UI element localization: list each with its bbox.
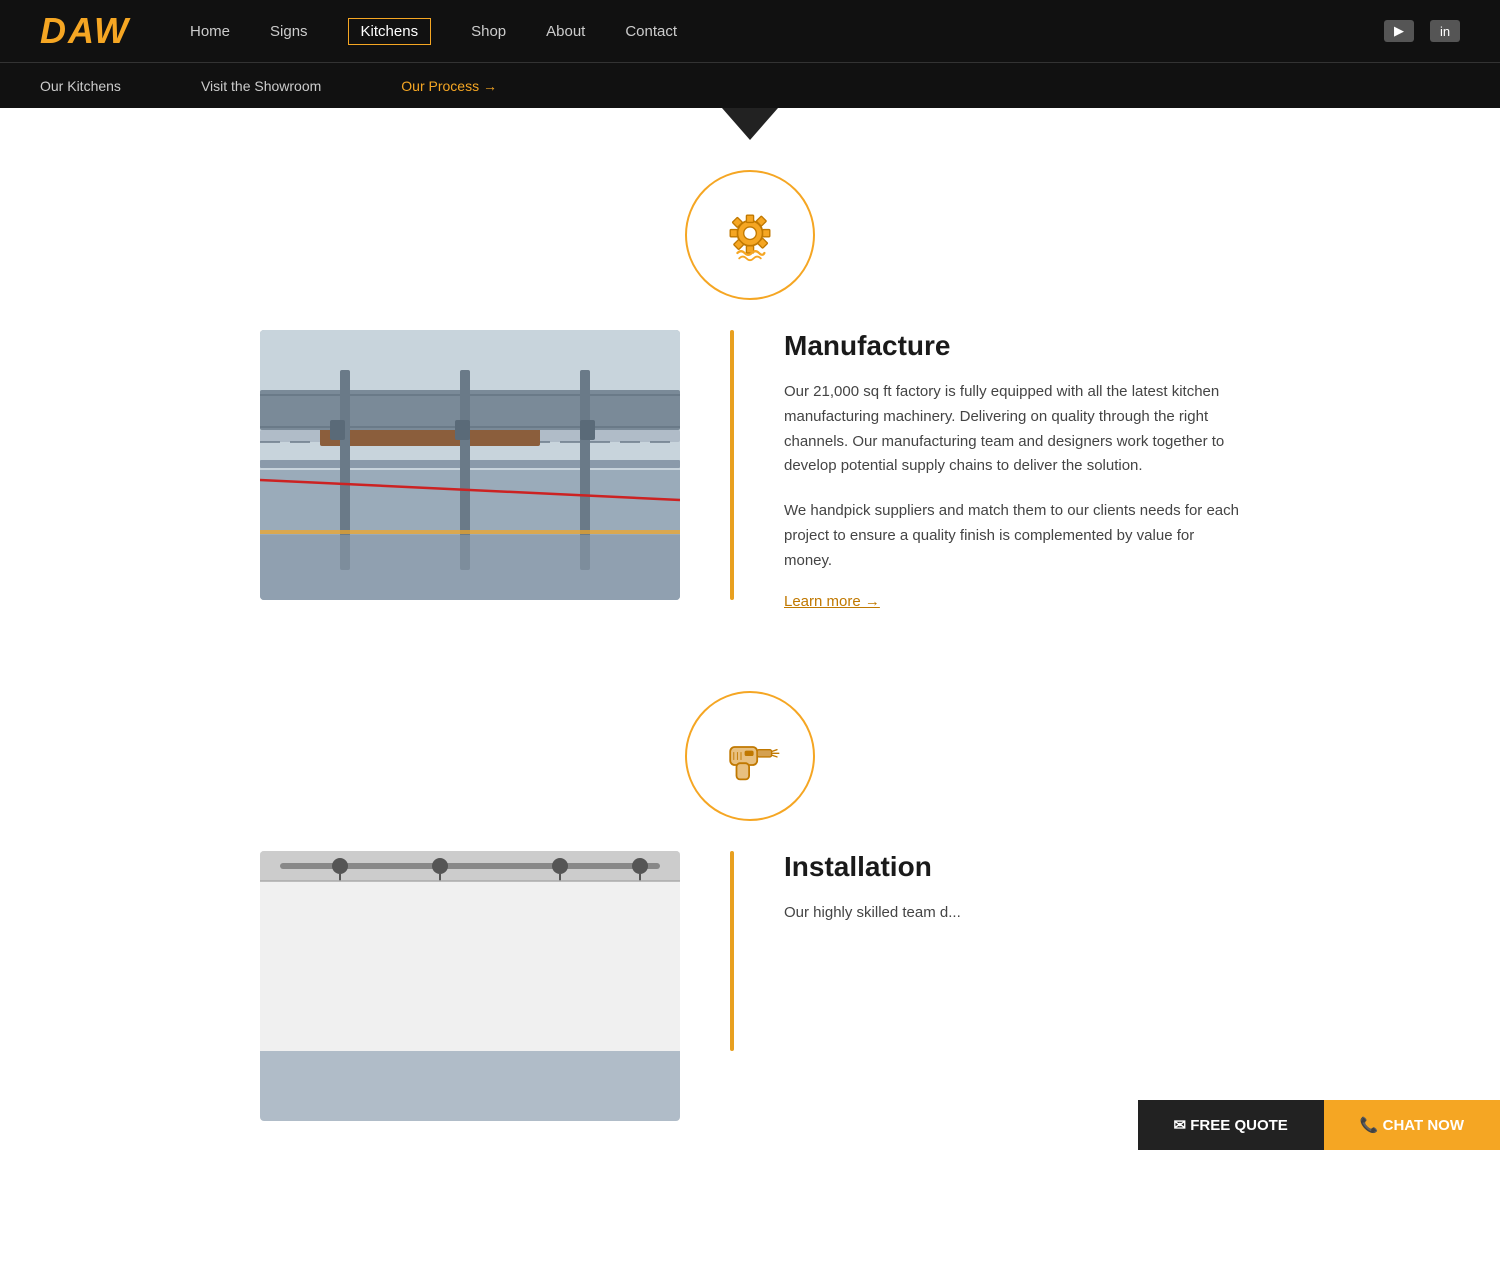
installation-section-divider	[730, 851, 734, 1051]
installation-icon-wrap	[0, 691, 1500, 821]
installation-circle-icon	[685, 691, 815, 821]
nav-kitchens[interactable]: Kitchens	[348, 18, 432, 45]
social-icons: ▶ in	[1384, 20, 1460, 42]
manufacture-circle-icon	[685, 170, 815, 300]
nav-shop[interactable]: Shop	[471, 23, 506, 40]
manufacture-learn-more[interactable]: Learn more →	[784, 593, 880, 610]
arrow-down-icon	[722, 108, 778, 140]
subnav-visit-showroom[interactable]: Visit the Showroom	[201, 78, 321, 94]
site-logo[interactable]: DAW	[40, 10, 130, 52]
linkedin-icon[interactable]: in	[1430, 20, 1460, 42]
cta-bar: ✉ FREE QUOTE 📞 CHAT NOW	[1138, 1100, 1500, 1150]
free-quote-button[interactable]: ✉ FREE QUOTE	[1138, 1100, 1324, 1150]
manufacture-icon-wrap	[0, 170, 1500, 300]
manufacture-image	[260, 330, 680, 600]
manufacture-text: Manufacture Our 21,000 sq ft factory is …	[784, 330, 1240, 611]
youtube-icon[interactable]: ▶	[1384, 20, 1414, 42]
nav-home[interactable]: Home	[190, 23, 230, 40]
nav-about[interactable]: About	[546, 23, 585, 40]
installation-image-svg	[260, 851, 680, 1051]
drill-icon	[714, 720, 786, 792]
installation-image	[260, 851, 680, 1121]
sub-nav: Our Kitchens Visit the Showroom Our Proc…	[0, 62, 1500, 108]
installation-body: Our highly skilled team d...	[784, 901, 1240, 926]
chat-now-button[interactable]: 📞 CHAT NOW	[1324, 1100, 1500, 1150]
nav-signs[interactable]: Signs	[270, 23, 308, 40]
manufacture-body-2: We handpick suppliers and match them to …	[784, 499, 1240, 573]
site-header: DAW Home Signs Kitchens Shop About Conta…	[0, 0, 1500, 62]
manufacture-title: Manufacture	[784, 330, 1240, 362]
installation-title: Installation	[784, 851, 1240, 883]
step-arrow	[0, 108, 1500, 160]
installation-text: Installation Our highly skilled team d..…	[784, 851, 1240, 946]
manufacture-section: Manufacture Our 21,000 sq ft factory is …	[200, 330, 1300, 611]
main-nav: Home Signs Kitchens Shop About Contact	[190, 18, 1384, 45]
factory-image-svg	[260, 330, 680, 600]
manufacture-body-1: Our 21,000 sq ft factory is fully equipp…	[784, 380, 1240, 479]
section-divider	[730, 330, 734, 600]
nav-contact[interactable]: Contact	[625, 23, 677, 40]
installation-section: Installation Our highly skilled team d..…	[200, 851, 1300, 1121]
subnav-our-kitchens[interactable]: Our Kitchens	[40, 78, 121, 94]
subnav-our-process[interactable]: Our Process →	[401, 78, 497, 94]
gear-icon	[714, 199, 786, 271]
